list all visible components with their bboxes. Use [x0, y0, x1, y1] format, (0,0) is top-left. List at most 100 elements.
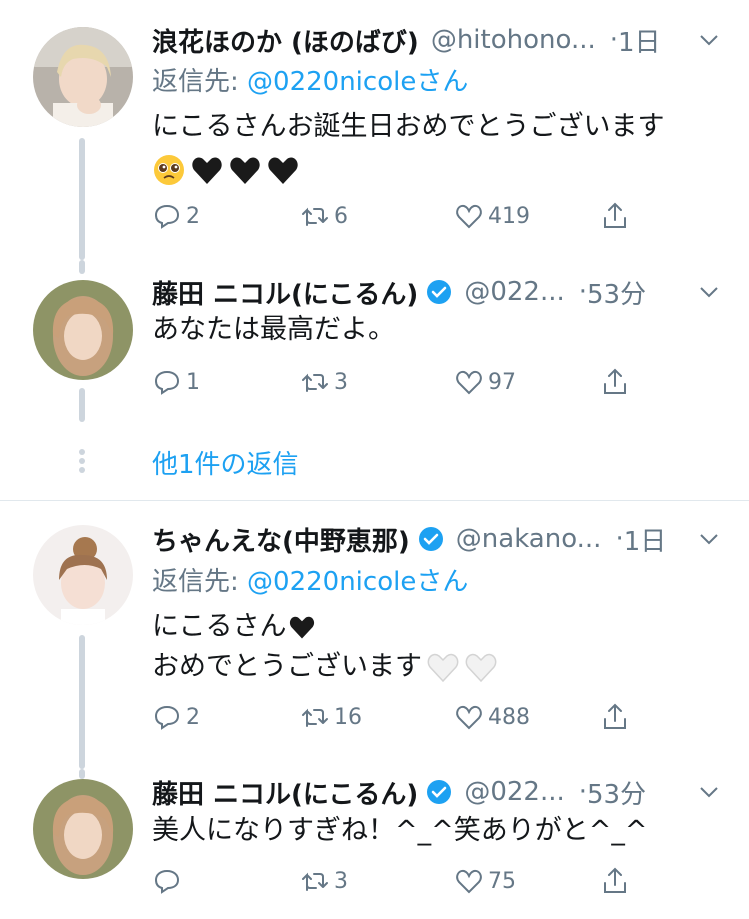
reply-count: 2: [186, 203, 200, 229]
more-replies-dots: [78, 446, 86, 476]
retweet-count: 16: [334, 704, 362, 730]
reply-icon: [154, 204, 180, 229]
reply-button[interactable]: 2: [152, 198, 200, 234]
user-handle[interactable]: @nakano...: [456, 524, 602, 554]
heart-icon: [456, 705, 482, 730]
tweet-actions: 3 75: [152, 863, 652, 899]
tweet-text-line: にこるさん: [152, 611, 287, 642]
chevron-down-icon[interactable]: [697, 780, 721, 804]
reply-to: 返信先: @0220nicoleさん: [152, 561, 468, 598]
heart-icon: [456, 370, 482, 395]
timestamp[interactable]: 1日: [618, 22, 661, 59]
black-heart-icon: [230, 157, 260, 184]
display-name[interactable]: 藤田 ニコル(にこるん): [152, 274, 418, 311]
like-count: 488: [488, 704, 530, 730]
avatar[interactable]: [33, 27, 133, 127]
tweet-text: 美人になりすぎね！^_^笑ありがと^_^: [152, 811, 648, 851]
show-more-replies-link[interactable]: 他1件の返信: [152, 444, 299, 481]
verified-badge-icon: [427, 780, 452, 804]
tweet-text: にこるさんお誕生日おめでとうございます: [152, 107, 664, 193]
tweet-header: ちゃんえな(中野恵那) @nakano... · 1日: [152, 519, 749, 559]
reply-icon: [154, 705, 180, 730]
like-button[interactable]: 97: [454, 364, 516, 400]
separator-dot: ·: [578, 777, 587, 807]
heart-icon: [456, 869, 482, 894]
share-button[interactable]: [600, 364, 630, 400]
tweet-actions: 2 6 419: [152, 198, 652, 234]
verified-badge-icon: [427, 280, 452, 304]
white-heart-icon: [427, 653, 459, 683]
avatar[interactable]: [33, 280, 133, 380]
tweet-text-line: にこるさんお誕生日おめでとうございます: [152, 111, 665, 142]
tweet-1[interactable]: 浪花ほのか (ほのばび) @hitohono... · 1日 返信先: @022…: [0, 0, 749, 260]
tweet-text-line: 美人になりすぎね！^_^笑ありがと^_^: [152, 815, 648, 846]
reply-button[interactable]: 1: [152, 364, 200, 400]
reply-to-mention[interactable]: @0220nicoleさん: [247, 567, 468, 597]
tweet-text-line: あなたは最高だよ。: [152, 314, 395, 345]
separator-dot: ·: [615, 524, 624, 554]
share-button[interactable]: [600, 198, 630, 234]
thread-line: [79, 260, 85, 274]
timestamp[interactable]: 1日: [624, 521, 667, 558]
retweet-button[interactable]: 6: [300, 198, 348, 234]
retweet-icon: [302, 207, 328, 226]
black-heart-icon: [268, 157, 298, 184]
verified-badge-icon: [418, 527, 443, 551]
like-button[interactable]: 488: [454, 699, 530, 735]
like-button[interactable]: 419: [454, 198, 530, 234]
share-icon: [604, 368, 626, 394]
chevron-down-icon[interactable]: [697, 28, 721, 52]
like-button[interactable]: 75: [454, 863, 516, 899]
reply-to-mention[interactable]: @0220nicoleさん: [247, 67, 468, 97]
share-button[interactable]: [600, 863, 630, 899]
reply-count: 1: [186, 369, 200, 395]
reply-button[interactable]: 2: [152, 699, 200, 735]
retweet-button[interactable]: 3: [300, 863, 348, 899]
pleading-face-icon: [154, 155, 184, 185]
display-name[interactable]: 浪花ほのか (ほのばび): [152, 22, 419, 59]
share-button[interactable]: [600, 699, 630, 735]
tweet-2[interactable]: 藤田 ニコル(にこるん) @022... · 53分 あなたは最高だよ。 1 3…: [0, 260, 749, 500]
user-handle[interactable]: @hitohono...: [431, 25, 596, 55]
separator-dot: ·: [578, 277, 587, 307]
retweet-button[interactable]: 3: [300, 364, 348, 400]
share-icon: [604, 202, 626, 228]
share-icon: [604, 867, 626, 893]
separator-dot: ·: [609, 25, 619, 55]
tweet-actions: 2 16 488: [152, 699, 652, 735]
retweet-icon: [302, 373, 328, 392]
retweet-icon: [302, 872, 328, 891]
timestamp[interactable]: 53分: [587, 774, 646, 811]
like-count: 75: [488, 868, 516, 894]
tweet-text-line: おめでとうございます: [152, 651, 422, 682]
user-handle[interactable]: @022...: [464, 777, 564, 807]
reply-icon: [154, 370, 180, 395]
tweet-3[interactable]: ちゃんえな(中野恵那) @nakano... · 1日 返信先: @0220ni…: [0, 501, 749, 769]
thread-line: [79, 769, 85, 779]
emoji-line: [152, 147, 664, 193]
retweet-count: 3: [334, 868, 348, 894]
chevron-down-icon[interactable]: [697, 280, 721, 304]
user-handle[interactable]: @022...: [464, 277, 564, 307]
reply-button[interactable]: [152, 863, 186, 899]
display-name[interactable]: 藤田 ニコル(にこるん): [152, 774, 418, 811]
tweet-header: 藤田 ニコル(にこるん) @022... · 53分: [152, 772, 749, 812]
retweet-button[interactable]: 16: [300, 699, 362, 735]
timestamp[interactable]: 53分: [587, 274, 646, 311]
heart-icon: [456, 204, 482, 229]
chevron-down-icon[interactable]: [697, 527, 721, 551]
tweet-actions: 1 3 97: [152, 364, 652, 400]
reply-count: 2: [186, 704, 200, 730]
retweet-count: 3: [334, 369, 348, 395]
thread-line: [79, 388, 85, 422]
black-heart-icon: [290, 616, 315, 639]
display-name[interactable]: ちゃんえな(中野恵那): [152, 521, 410, 558]
reply-to-label: 返信先:: [152, 567, 248, 597]
reply-to: 返信先: @0220nicoleさん: [152, 61, 468, 98]
avatar[interactable]: [33, 779, 133, 879]
like-count: 97: [488, 369, 516, 395]
tweet-header: 浪花ほのか (ほのばび) @hitohono... · 1日: [152, 20, 749, 60]
tweet-4[interactable]: 藤田 ニコル(にこるん) @022... · 53分 美人になりすぎね！^_^笑…: [0, 769, 749, 919]
avatar[interactable]: [33, 525, 133, 625]
tweet-text: あなたは最高だよ。: [152, 310, 395, 350]
